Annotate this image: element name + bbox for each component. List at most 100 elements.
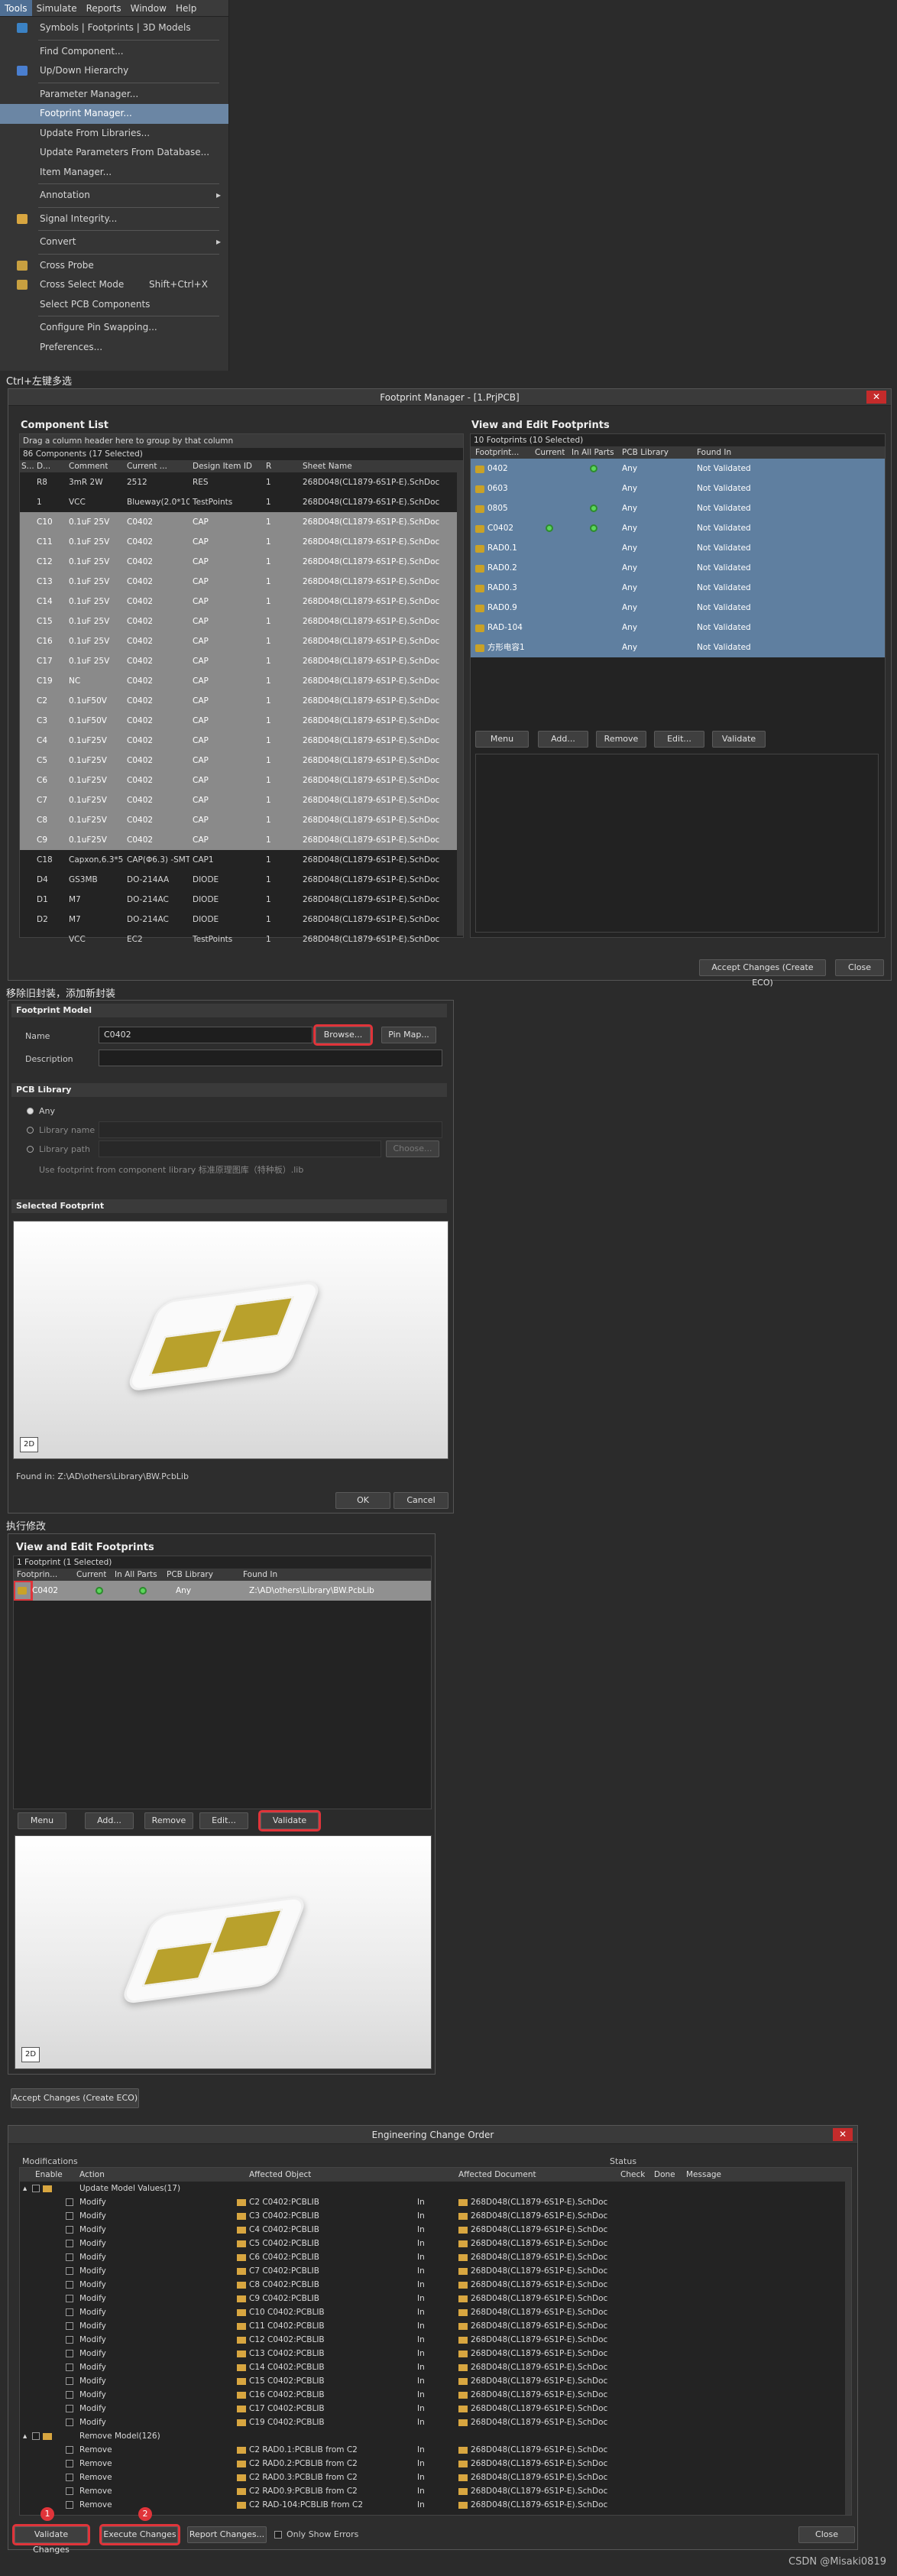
- component-row[interactable]: C5 0.1uF25V C0402 CAP 1 268D048(CL1879-6S1P-E…: [20, 751, 463, 771]
- enable-checkbox[interactable]: [66, 2405, 73, 2412]
- eco-row[interactable]: Modify C14 C0402:PCBLIB In 268D048(CL1879-6…: [20, 2360, 851, 2374]
- eco-group-row[interactable]: ▴ Remove Model(126): [20, 2429, 851, 2443]
- cancel-button[interactable]: Cancel: [393, 1492, 448, 1509]
- enable-checkbox[interactable]: [66, 2446, 73, 2454]
- description-field[interactable]: [99, 1050, 442, 1066]
- close-icon[interactable]: ✕: [866, 391, 886, 404]
- enable-checkbox[interactable]: [66, 2474, 73, 2481]
- edit-button-2[interactable]: Edit...: [199, 1812, 248, 1829]
- validate-button-2[interactable]: Validate: [258, 1810, 321, 1831]
- column-header[interactable]: Action: [79, 2168, 105, 2182]
- menu-item-symbols-footprints-3d-models[interactable]: Symbols | Footprints | 3D Models: [0, 18, 228, 38]
- enable-checkbox[interactable]: [66, 2267, 73, 2275]
- component-row[interactable]: R8 3mR 2W 2512 RES 1 268D048(CL1879-6S1P-E).S…: [20, 472, 463, 492]
- enable-checkbox[interactable]: [66, 2253, 73, 2261]
- pin-map-button[interactable]: Pin Map...: [381, 1027, 436, 1043]
- component-row[interactable]: C10 0.1uF 25V C0402 CAP 1 268D048(CL1879-6S1P…: [20, 512, 463, 532]
- enable-checkbox[interactable]: [66, 2212, 73, 2220]
- column-header[interactable]: In All Parts: [115, 1569, 157, 1581]
- footprint-row-c0402[interactable]: C0402 Any Z:\AD\others\Library\BW.PcbLib: [14, 1581, 431, 1601]
- footprint-3d-view-2[interactable]: 2D: [15, 1835, 432, 2069]
- column-header[interactable]: S...: [21, 460, 34, 472]
- enable-checkbox[interactable]: [66, 2336, 73, 2344]
- column-header[interactable]: Enable: [35, 2168, 63, 2182]
- footprint-row[interactable]: 0603 Any Not Validated: [471, 479, 885, 498]
- enable-checkbox[interactable]: [66, 2501, 73, 2509]
- eco-row[interactable]: Remove C2 RAD0.2:PCBLIB from C2 In 268D048(…: [20, 2457, 851, 2471]
- menu-item-signal-integrity[interactable]: Signal Integrity...: [0, 209, 228, 229]
- any-radio[interactable]: [27, 1108, 34, 1114]
- remove-button-2[interactable]: Remove: [144, 1812, 193, 1829]
- eco-row[interactable]: Modify C4 C0402:PCBLIB In 268D048(CL1879-6S…: [20, 2223, 851, 2237]
- column-header[interactable]: Footprint...: [475, 446, 519, 459]
- menu-item-find-component[interactable]: Find Component...: [0, 42, 228, 62]
- column-header[interactable]: Current ...: [127, 460, 167, 472]
- component-row[interactable]: C2 0.1uF50V C0402 CAP 1 268D048(CL1879-6S1P-E…: [20, 691, 463, 711]
- report-changes-button[interactable]: Report Changes...: [187, 2526, 267, 2543]
- eco-scrollbar[interactable]: [845, 2180, 851, 2515]
- component-row[interactable]: C9 0.1uF25V C0402 CAP 1 268D048(CL1879-6S1P-E…: [20, 830, 463, 850]
- eco-row[interactable]: Modify C11 C0402:PCBLIB In 268D048(CL1879-6…: [20, 2319, 851, 2333]
- component-row[interactable]: C8 0.1uF25V C0402 CAP 1 268D048(CL1879-6S1P-E…: [20, 810, 463, 830]
- enable-checkbox[interactable]: [66, 2363, 73, 2371]
- footprint-row[interactable]: RAD0.2 Any Not Validated: [471, 558, 885, 578]
- enable-checkbox[interactable]: [66, 2308, 73, 2316]
- enable-checkbox[interactable]: [66, 2419, 73, 2426]
- component-row[interactable]: D4 GS3MB DO-214AA DIODE 1 268D048(CL1879-6S1P…: [20, 870, 463, 890]
- column-header[interactable]: Design Item ID: [193, 460, 252, 472]
- close-button[interactable]: Close: [835, 959, 884, 976]
- component-row[interactable]: C17 0.1uF 25V C0402 CAP 1 268D048(CL1879-6S1P…: [20, 651, 463, 671]
- eco-close-button[interactable]: Close: [798, 2526, 855, 2543]
- view-mode-badge-2[interactable]: 2D: [21, 2047, 40, 2062]
- menu-item-annotation[interactable]: Annotation ▸: [0, 186, 228, 206]
- column-header[interactable]: Check: [620, 2168, 645, 2182]
- library-path-radio[interactable]: [27, 1146, 34, 1153]
- enable-checkbox[interactable]: [66, 2226, 73, 2234]
- component-row[interactable]: VCC EC2 TestPoints 1 268D048(CL1879-6S1P-E).…: [20, 930, 463, 949]
- column-header[interactable]: PCB Library: [622, 446, 669, 459]
- browse-button[interactable]: Browse...: [313, 1024, 373, 1046]
- eco-row[interactable]: Modify C10 C0402:PCBLIB In 268D048(CL1879-6…: [20, 2305, 851, 2319]
- column-header[interactable]: Current: [535, 446, 565, 459]
- group-checkbox[interactable]: [32, 2185, 40, 2192]
- eco-row[interactable]: Modify C9 C0402:PCBLIB In 268D048(CL1879-6S…: [20, 2292, 851, 2305]
- component-row[interactable]: C19 NC C0402 CAP 1 268D048(CL1879-6S1P-E).Sch…: [20, 671, 463, 691]
- eco-row[interactable]: Modify C12 C0402:PCBLIB In 268D048(CL1879-6…: [20, 2333, 851, 2347]
- enable-checkbox[interactable]: [66, 2391, 73, 2399]
- accept-changes-button-2[interactable]: Accept Changes (Create ECO): [11, 2088, 139, 2108]
- footprint-row[interactable]: RAD-104 Any Not Validated: [471, 618, 885, 638]
- eco-row[interactable]: Remove C2 RAD0.3:PCBLIB from C2 In 268D048(…: [20, 2471, 851, 2484]
- eco-row[interactable]: Modify C13 C0402:PCBLIB In 268D048(CL1879-6…: [20, 2347, 851, 2360]
- component-row[interactable]: C18 Capxon,6.3*5...CAP(Φ6.3) -SMT CAP1 1 268…: [20, 850, 463, 870]
- menu-item-cross-probe[interactable]: Cross Probe: [0, 256, 228, 276]
- eco-group-row[interactable]: ▴ Update Model Values(17): [20, 2182, 851, 2195]
- footprint-row[interactable]: C0402 Any Not Validated: [471, 518, 885, 538]
- column-header[interactable]: D...: [37, 460, 50, 472]
- menu-button[interactable]: Menu: [475, 731, 529, 748]
- enable-checkbox[interactable]: [66, 2377, 73, 2385]
- column-header[interactable]: Affected Object: [249, 2168, 311, 2182]
- column-header[interactable]: Sheet Name: [303, 460, 352, 472]
- menubar-window[interactable]: Window: [126, 0, 171, 16]
- eco-row[interactable]: Modify C17 C0402:PCBLIB In 268D048(CL1879-6…: [20, 2402, 851, 2415]
- column-header[interactable]: Comment: [69, 460, 108, 472]
- component-row[interactable]: C16 0.1uF 25V C0402 CAP 1 268D048(CL1879-6S1P…: [20, 631, 463, 651]
- enable-checkbox[interactable]: [66, 2295, 73, 2302]
- enable-checkbox[interactable]: [66, 2460, 73, 2467]
- menu-item-preferences[interactable]: Preferences...: [0, 338, 228, 358]
- column-header[interactable]: Affected Document: [458, 2168, 536, 2182]
- footprint-row[interactable]: RAD0.3 Any Not Validated: [471, 578, 885, 598]
- footprint-3d-view[interactable]: 2D: [13, 1221, 448, 1459]
- column-header[interactable]: Footprin...: [17, 1569, 57, 1581]
- component-row[interactable]: 1 VCC Blueway(2.0*10.6) TestPoints 1 268D048(…: [20, 492, 463, 512]
- eco-row[interactable]: Remove C2 RAD0.1:PCBLIB from C2 In 268D048(…: [20, 2443, 851, 2457]
- eco-close-icon[interactable]: ✕: [833, 2128, 853, 2141]
- add-button[interactable]: Add...: [538, 731, 588, 748]
- eco-row[interactable]: Modify C7 C0402:PCBLIB In 268D048(CL1879-6S…: [20, 2264, 851, 2278]
- validate-changes-button[interactable]: Validate Changes: [12, 2524, 90, 2555]
- component-row[interactable]: C11 0.1uF 25V C0402 CAP 1 268D048(CL1879-6S1P…: [20, 532, 463, 552]
- menu-item-update-parameters-from-database[interactable]: Update Parameters From Database...: [0, 143, 228, 163]
- edit-button[interactable]: Edit...: [654, 731, 704, 748]
- column-header[interactable]: R: [266, 460, 271, 472]
- group-checkbox[interactable]: [32, 2432, 40, 2440]
